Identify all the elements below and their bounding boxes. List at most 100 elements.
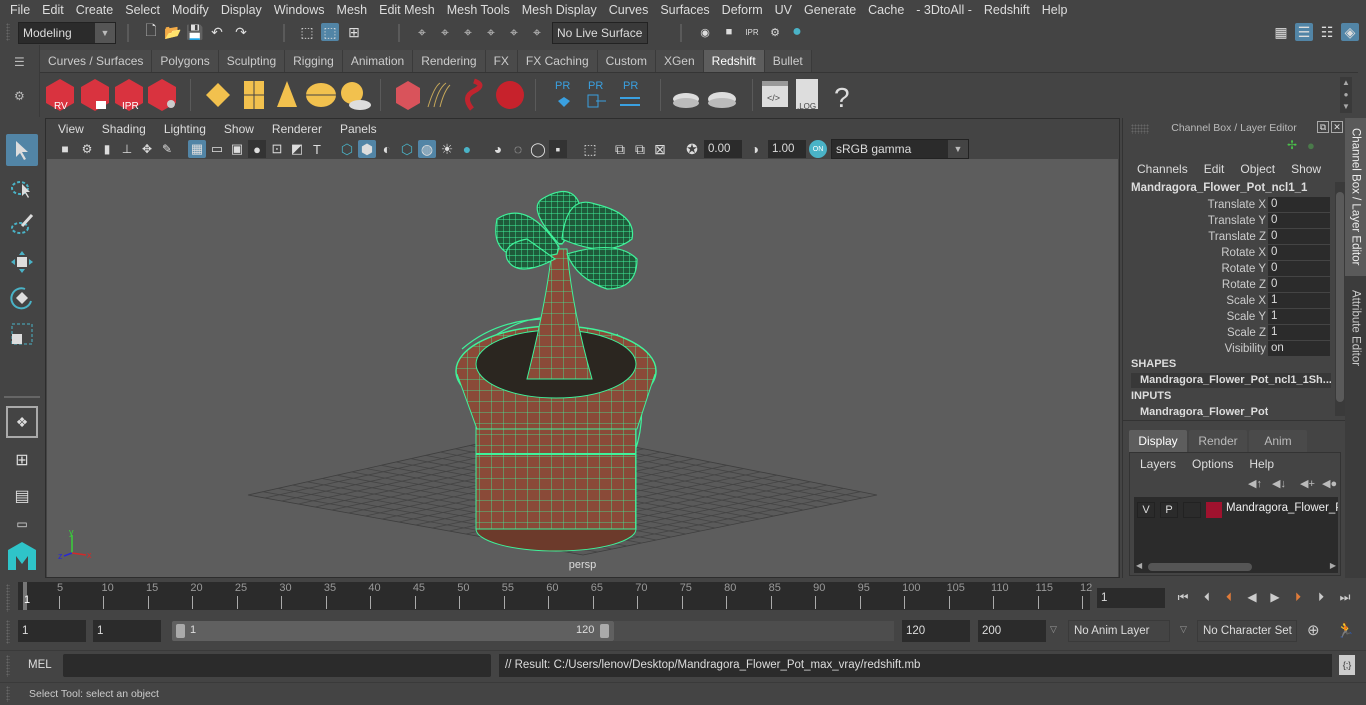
film-gate-icon[interactable]: ▭ [208, 140, 226, 158]
shelf-scrollbar[interactable]: ▲ ● ▼ [1340, 77, 1352, 113]
scene-start-field[interactable]: 1 [18, 620, 86, 642]
render-current-frame-icon[interactable]: ■ [720, 23, 738, 41]
layer-name[interactable]: Mandragora_Flower_P [1226, 502, 1338, 514]
select-hierarchy-icon[interactable]: ⬚ [298, 23, 316, 41]
rotate-tool-icon[interactable] [6, 282, 38, 314]
go-to-start-icon[interactable]: ⏮ [1174, 588, 1192, 606]
save-scene-icon[interactable]: 💾 [186, 23, 204, 41]
attribute-value[interactable]: 0 [1268, 277, 1330, 292]
time-slider[interactable]: 1 5 10 15 20 25 30 35 40 45 50 55 60 65 70 75 80 85 90 95 1… [18, 582, 1092, 610]
paint-select-tool-icon[interactable] [6, 208, 38, 240]
shadows-icon[interactable]: ● [458, 140, 476, 158]
scrollbar-thumb[interactable] [1148, 563, 1252, 571]
outliner-persp-layout-icon[interactable]: ▤ [6, 480, 38, 512]
isolate-select-icon[interactable]: ⬚ [581, 140, 599, 158]
shelf-tab-animation[interactable]: Animation [342, 50, 414, 72]
range-start-handle[interactable] [176, 624, 185, 638]
attribute-row[interactable]: Translate Z0 [1123, 229, 1330, 245]
layer-color-swatch[interactable] [1206, 502, 1222, 518]
gate-mask-icon[interactable]: ● [248, 140, 266, 158]
current-frame-field[interactable]: 1 [1097, 588, 1165, 608]
script-editor-icon[interactable]: {;} [1339, 655, 1355, 675]
attribute-value[interactable]: 0 [1268, 213, 1330, 228]
animation-preferences-icon[interactable]: 🏃 [1336, 621, 1355, 639]
layer-display-type-toggle[interactable] [1183, 502, 1201, 518]
attribute-value[interactable]: 0 [1268, 261, 1330, 276]
scale-tool-icon[interactable] [6, 318, 38, 350]
attribute-value[interactable]: 1 [1268, 293, 1330, 308]
viewport-menu-lighting[interactable]: Lighting [155, 122, 215, 136]
step-forward-frame-icon[interactable]: ⏵ [1312, 588, 1330, 606]
layer-menu-layers[interactable]: Layers [1140, 457, 1176, 471]
channel-box-menu-object[interactable]: Object [1240, 162, 1283, 176]
play-forwards-icon[interactable]: ▶ [1266, 588, 1284, 606]
menu-help[interactable]: Help [1036, 3, 1074, 17]
step-back-frame-icon[interactable]: ⏴ [1198, 588, 1216, 606]
screen-space-ao-icon[interactable]: ◕ [489, 140, 507, 158]
xray-components-icon[interactable]: ⊠ [651, 140, 669, 158]
tab-channel-box[interactable]: Channel Box / Layer Editor [1345, 118, 1366, 276]
scene-end-field[interactable]: 200 [978, 620, 1046, 642]
auto-key-icon[interactable]: ⊕ [1307, 621, 1320, 639]
default-material-icon[interactable]: ◐ [378, 140, 396, 158]
input-node[interactable]: Mandragora_Flower_Pot [1140, 406, 1268, 417]
attribute-row[interactable]: Rotate Z0 [1123, 277, 1330, 293]
use-all-lights-icon[interactable]: ☀ [438, 140, 456, 158]
layer-menu-options[interactable]: Options [1192, 457, 1233, 471]
single-perspective-view-icon[interactable]: ❖ [6, 406, 38, 438]
layer-row[interactable]: V P Mandragora_Flower_P [1134, 501, 1338, 519]
snap-live-icon[interactable]: ⌖ [505, 23, 523, 41]
anim-layer-dropdown-icon[interactable]: ▽ [1050, 624, 1057, 635]
play-backwards-icon[interactable]: ◀ [1243, 588, 1261, 606]
menu-mesh[interactable]: Mesh [331, 3, 374, 17]
attribute-row[interactable]: Rotate X0 [1123, 245, 1330, 261]
select-tool-icon[interactable] [6, 134, 38, 166]
grid-toggle-icon[interactable]: ▦ [188, 140, 206, 158]
camera-attributes-icon[interactable]: ⚙ [78, 140, 96, 158]
xray-icon[interactable]: ⧉ [611, 140, 629, 158]
gamma-field[interactable]: 1.00 [768, 140, 806, 158]
depth-of-field-icon[interactable]: ▪ [549, 140, 567, 158]
ipr-render-icon[interactable]: IPR [743, 23, 761, 41]
channel-box-scrollbar[interactable] [1335, 182, 1345, 416]
channel-box-menu-edit[interactable]: Edit [1204, 162, 1233, 176]
menu-mesh-tools[interactable]: Mesh Tools [441, 3, 516, 17]
attribute-row[interactable]: Scale Y1 [1123, 309, 1330, 325]
command-input[interactable] [63, 654, 491, 677]
live-surface-field[interactable]: No Live Surface [552, 22, 648, 44]
menu-uv[interactable]: UV [769, 3, 798, 17]
shape-node[interactable]: Mandragora_Flower_Pot_ncl1_1Sh... [1131, 373, 1331, 388]
shelf-tab-rendering[interactable]: Rendering [413, 50, 486, 72]
viewport-menu-show[interactable]: Show [215, 122, 263, 136]
color-space-dropdown[interactable]: sRGB gamma ▼ [831, 139, 969, 159]
exposure-field[interactable]: 0.00 [704, 140, 742, 158]
snap-grid-icon[interactable]: ⌖ [413, 23, 431, 41]
drag-handle[interactable] [6, 23, 10, 41]
lasso-tool-icon[interactable] [6, 172, 38, 204]
layer-menu-help[interactable]: Help [1249, 457, 1274, 471]
attribute-row[interactable]: Translate X0 [1123, 197, 1330, 213]
menu-deform[interactable]: Deform [716, 3, 769, 17]
attribute-value[interactable]: 0 [1268, 245, 1330, 260]
layer-tab-anim[interactable]: Anim [1249, 430, 1307, 452]
safe-title-icon[interactable]: T [308, 140, 326, 158]
field-chart-icon[interactable]: ⊡ [268, 140, 286, 158]
shelf-tab-sculpting[interactable]: Sculpting [218, 50, 286, 72]
attribute-value[interactable]: on [1268, 341, 1330, 356]
layer-list-hscrollbar[interactable]: ◀ ▶ [1134, 561, 1338, 573]
exposure-icon[interactable]: ✪ [683, 140, 701, 158]
menu-set-dropdown[interactable]: Modeling ▼ [18, 22, 116, 44]
layer-visibility-toggle[interactable]: V [1137, 502, 1155, 518]
menu-edit-mesh[interactable]: Edit Mesh [373, 3, 441, 17]
drag-handle[interactable] [6, 584, 10, 612]
camera-select-icon[interactable]: ■ [56, 140, 74, 158]
attribute-value[interactable]: 1 [1268, 325, 1330, 340]
shelf-tab-custom[interactable]: Custom [597, 50, 656, 72]
shelf-tab-xgen[interactable]: XGen [655, 50, 704, 72]
menu-file[interactable]: File [4, 3, 36, 17]
menu-select[interactable]: Select [119, 3, 166, 17]
xray-joints-icon[interactable]: ⧉ [631, 140, 649, 158]
layer-tab-render[interactable]: Render [1189, 430, 1247, 452]
drag-handle[interactable] [6, 686, 10, 702]
scroll-left-icon[interactable]: ◀ [1136, 561, 1142, 570]
